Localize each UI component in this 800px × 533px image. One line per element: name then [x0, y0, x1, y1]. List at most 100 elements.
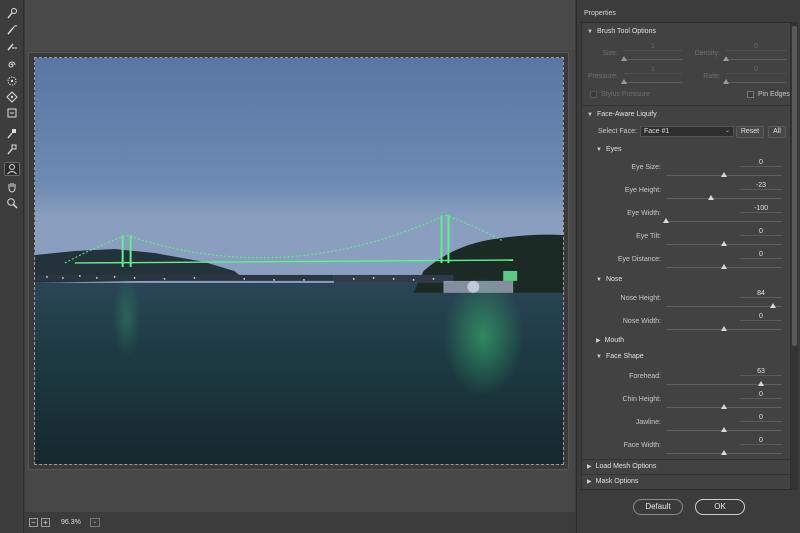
all-button[interactable]: All — [768, 126, 786, 138]
face-width-value[interactable]: 0 — [740, 437, 782, 445]
nose-height-slider[interactable] — [666, 306, 782, 307]
brush-size-value[interactable]: 1 — [624, 43, 682, 51]
collapsed-triangle-icon: ▶ — [596, 338, 601, 344]
tool-bar — [0, 0, 24, 533]
eye-size-thumb[interactable] — [721, 172, 727, 177]
eyes-title: Eyes — [605, 146, 622, 153]
zoom-in-button[interactable]: + — [41, 518, 50, 527]
brush-size-label: Size: — [602, 50, 618, 57]
rate-thumb[interactable] — [723, 79, 729, 84]
eye-width-thumb[interactable] — [663, 218, 669, 223]
reconstruct-icon — [7, 25, 18, 35]
face-aware-title: Face-Aware Liquify — [596, 111, 657, 118]
bloat-tool[interactable] — [4, 90, 20, 104]
smooth-tool[interactable] — [4, 38, 20, 52]
mouth-header[interactable]: ▶ Mouth — [596, 337, 624, 344]
section-divider — [582, 474, 790, 475]
eye-width-value[interactable]: -100 — [740, 205, 782, 213]
density-slider[interactable] — [726, 59, 786, 60]
chin-height-label: Chin Height: — [622, 396, 661, 403]
zoom-out-button[interactable]: − — [29, 518, 38, 527]
scrollbar-thumb[interactable] — [792, 26, 797, 346]
jawline-value[interactable]: 0 — [740, 414, 782, 422]
stylus-pressure-label: Stylus Pressure — [601, 91, 651, 98]
chevron-down-icon: ⌄ — [724, 128, 730, 134]
pin-edges-checkbox[interactable] — [747, 91, 754, 98]
eye-height-slider[interactable] — [666, 198, 782, 199]
eye-distance-value[interactable]: 0 — [740, 251, 782, 259]
nose-width-thumb[interactable] — [721, 326, 727, 331]
zoom-level: 96.3% — [61, 519, 81, 526]
density-value[interactable]: 0 — [726, 43, 786, 51]
forward-warp-tool[interactable] — [4, 6, 20, 20]
nose-header[interactable]: ▼ Nose — [596, 276, 622, 283]
reconstruct-tool[interactable] — [4, 22, 20, 36]
eye-tilt-thumb[interactable] — [721, 241, 727, 246]
properties-content: ▼ Brush Tool Options Size: 1 Density: 0 … — [581, 22, 791, 490]
rate-value[interactable]: 0 — [726, 66, 786, 74]
hand-tool[interactable] — [4, 180, 20, 194]
face-shape-header[interactable]: ▼ Face Shape — [596, 353, 644, 360]
smooth-icon — [7, 43, 17, 51]
twirl-tool[interactable] — [4, 58, 20, 72]
pressure-thumb[interactable] — [621, 79, 627, 84]
face-tool[interactable] — [4, 162, 20, 176]
pin-edges-label: Pin Edges — [758, 91, 790, 98]
eye-tilt-label: Eye Tilt: — [636, 233, 661, 240]
freeze-mask-tool[interactable] — [4, 126, 20, 140]
nose-height-value[interactable]: 84 — [740, 290, 782, 298]
status-bar: − + 96.3% ⌄ — [25, 512, 575, 533]
brush-options-title: Brush Tool Options — [596, 28, 656, 35]
eye-height-thumb[interactable] — [707, 195, 714, 200]
load-mesh-header[interactable]: ▶ Load Mesh Options — [587, 463, 656, 470]
zoom-dropdown[interactable]: ⌄ — [89, 518, 100, 527]
nose-height-thumb[interactable] — [769, 303, 776, 308]
rate-slider[interactable] — [726, 82, 786, 83]
chin-height-thumb[interactable] — [721, 404, 727, 409]
pressure-value[interactable]: 1 — [624, 66, 682, 74]
face-width-thumb[interactable] — [721, 450, 727, 455]
select-face-dropdown[interactable]: Face #1 ⌄ — [640, 126, 734, 137]
push-left-tool[interactable] — [4, 106, 20, 120]
face-aware-header[interactable]: ▼ Face-Aware Liquify — [587, 111, 657, 118]
eye-height-value[interactable]: -23 — [740, 182, 782, 190]
panel-scrollbar[interactable] — [791, 22, 798, 490]
pucker-icon — [7, 76, 17, 86]
brush-options-header[interactable]: ▼ Brush Tool Options — [587, 28, 656, 35]
eye-width-slider[interactable] — [666, 221, 782, 222]
jawline-thumb[interactable] — [721, 427, 727, 432]
rate-label: Rate: — [703, 73, 720, 80]
chin-height-value[interactable]: 0 — [740, 391, 782, 399]
eye-distance-thumb[interactable] — [721, 264, 727, 269]
thaw-mask-icon — [7, 144, 17, 155]
pressure-slider[interactable] — [624, 82, 682, 83]
face-shape-title: Face Shape — [605, 353, 644, 360]
stylus-pressure-checkbox[interactable] — [590, 91, 597, 98]
density-thumb[interactable] — [723, 56, 729, 61]
select-face-value: Face #1 — [644, 128, 670, 135]
reset-button[interactable]: Reset — [736, 126, 764, 138]
bridge-night-image — [35, 58, 563, 464]
collapsed-triangle-icon: ▶ — [587, 479, 592, 485]
mask-options-header[interactable]: ▶ Mask Options — [587, 478, 638, 485]
properties-panel: Properties ▼ Brush Tool Options Size: 1 … — [576, 0, 800, 533]
eye-tilt-value[interactable]: 0 — [740, 228, 782, 236]
forehead-value[interactable]: 63 — [740, 368, 782, 376]
ok-button[interactable]: OK — [695, 499, 745, 515]
zoom-tool[interactable] — [4, 196, 20, 210]
bridge-photo[interactable] — [34, 57, 564, 465]
nose-width-value[interactable]: 0 — [740, 313, 782, 321]
eye-size-value[interactable]: 0 — [740, 159, 782, 167]
brush-size-thumb[interactable] — [621, 56, 627, 61]
freeze-mask-icon — [7, 129, 16, 139]
thaw-mask-tool[interactable] — [4, 142, 20, 156]
canvas-area[interactable]: − + 96.3% ⌄ — [25, 0, 575, 533]
eyes-header[interactable]: ▼ Eyes — [596, 146, 622, 153]
forehead-slider[interactable] — [666, 384, 782, 385]
default-button[interactable]: Default — [633, 499, 683, 515]
eye-width-label: Eye Width: — [627, 210, 661, 217]
pucker-tool[interactable] — [4, 74, 20, 88]
load-mesh-title: Load Mesh Options — [595, 463, 657, 470]
forehead-thumb[interactable] — [757, 381, 764, 386]
brush-size-slider[interactable] — [624, 59, 682, 60]
